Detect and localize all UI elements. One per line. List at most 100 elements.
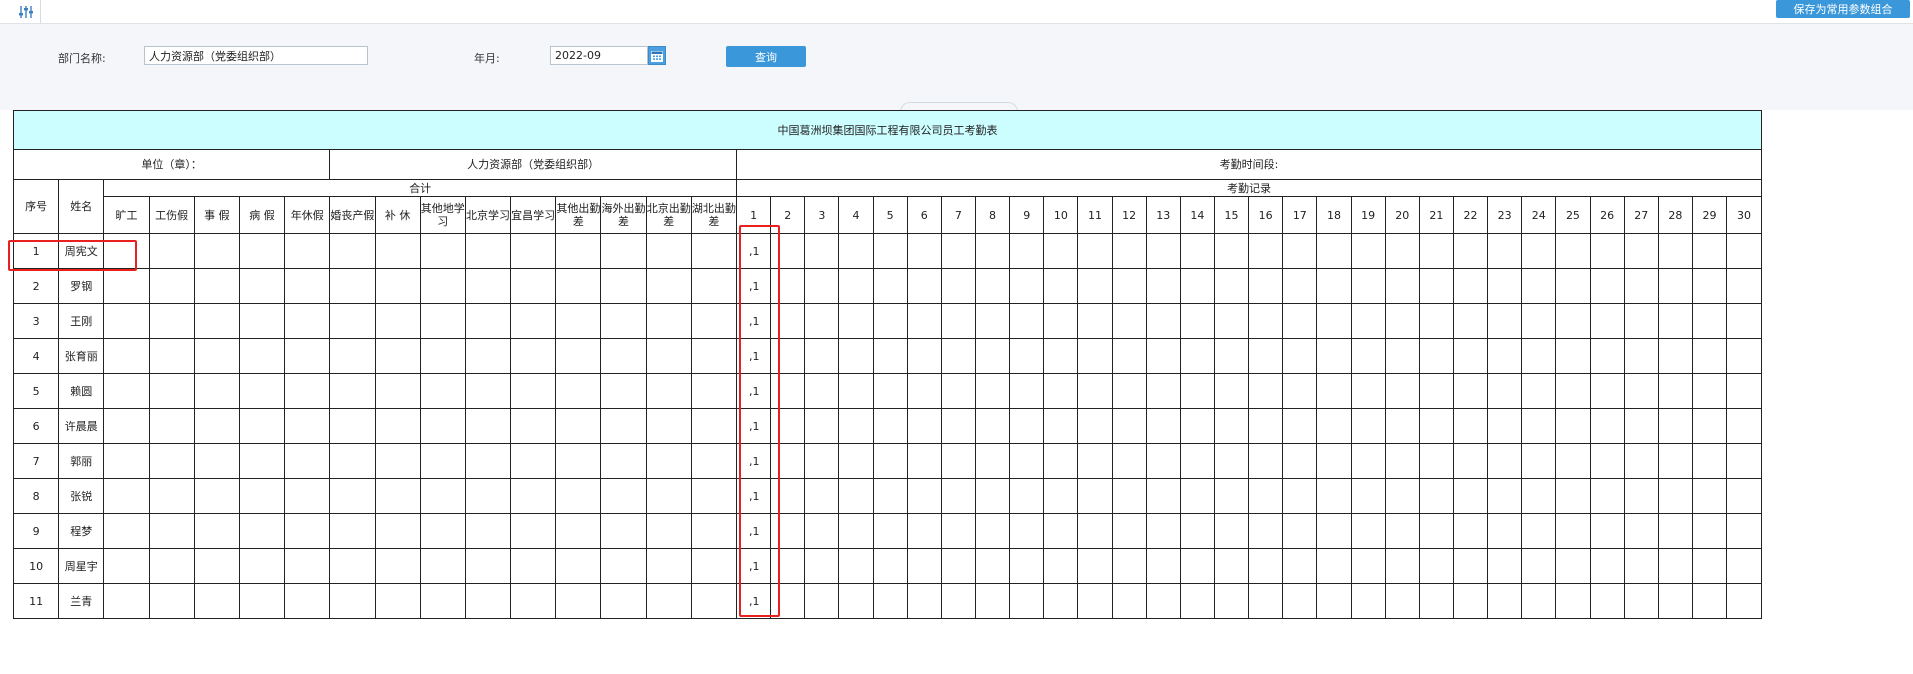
day-cell — [1009, 443, 1045, 479]
leave-column-header: 北京学习 — [464, 196, 512, 234]
day-cell — [1009, 233, 1045, 269]
day-cell — [1350, 408, 1386, 444]
leave-cell — [510, 268, 557, 304]
day-cell — [872, 233, 908, 269]
table-row: 11 兰青 ,1 — [12, 583, 1762, 619]
day-cell — [1691, 408, 1728, 444]
day-cell — [1077, 583, 1113, 619]
save-params-button[interactable]: 保存为常用参数组合 — [1776, 0, 1910, 18]
table-row: 9 程梦 ,1 — [12, 513, 1762, 549]
day-cell — [1145, 478, 1181, 514]
leave-cell — [555, 548, 602, 584]
sliders-icon[interactable] — [12, 0, 41, 23]
day-cell — [1179, 583, 1215, 619]
day-cell — [1384, 373, 1420, 409]
leave-cell — [419, 233, 466, 269]
day-cell — [1555, 338, 1591, 374]
leave-cell — [510, 548, 557, 584]
day-cell — [804, 373, 840, 409]
table-row: 8 张锐 ,1 — [12, 478, 1762, 514]
day-cell — [974, 443, 1011, 479]
day-cell — [1043, 338, 1079, 374]
leave-cell — [645, 233, 692, 269]
leave-cell — [103, 303, 150, 339]
day-cell — [1623, 548, 1659, 584]
leave-cell — [103, 338, 150, 374]
leave-cell — [329, 478, 376, 514]
calendar-icon[interactable] — [648, 46, 666, 65]
day-cell — [974, 233, 1011, 269]
seq-cell: 6 — [12, 408, 60, 444]
leave-cell — [555, 268, 602, 304]
table-row: 5 赖圆 ,1 — [12, 373, 1762, 409]
leave-cell — [238, 373, 286, 409]
table-row: 4 张育丽 ,1 — [12, 338, 1762, 374]
day-cell — [1282, 408, 1318, 444]
day-cell — [1179, 408, 1215, 444]
day-cell — [1077, 233, 1113, 269]
leave-cell — [600, 233, 647, 269]
day-cell — [1623, 513, 1659, 549]
day-cell — [1555, 233, 1591, 269]
day-cell — [872, 478, 908, 514]
day-cell — [1350, 478, 1386, 514]
name-cell: 郭丽 — [58, 443, 105, 479]
query-button[interactable]: 查询 — [726, 46, 806, 67]
day-cell — [1418, 408, 1454, 444]
leave-cell — [464, 338, 512, 374]
day-cell — [804, 303, 840, 339]
day-cell — [1145, 583, 1181, 619]
unit-label: 单位（章）： — [12, 149, 331, 180]
day-cell — [1623, 268, 1659, 304]
leave-cell — [510, 443, 557, 479]
leave-cell — [329, 408, 376, 444]
day-cell — [1452, 373, 1489, 409]
day-cell — [1213, 303, 1250, 339]
day-cell — [1213, 338, 1250, 374]
day-column-header: 3 — [804, 196, 840, 234]
day-cell — [1521, 373, 1557, 409]
day-cell — [1691, 338, 1728, 374]
leave-column-header: 宜昌学习 — [510, 196, 557, 234]
day-cell — [1623, 443, 1659, 479]
day-cell — [1487, 338, 1523, 374]
month-field[interactable] — [550, 46, 648, 65]
day-cell — [974, 548, 1011, 584]
leave-cell — [600, 443, 647, 479]
leave-cell — [510, 513, 557, 549]
day-cell — [1623, 233, 1659, 269]
dept-field[interactable] — [144, 46, 368, 65]
day-cell — [1589, 548, 1625, 584]
day-column-header: 15 — [1213, 196, 1250, 234]
leave-cell — [374, 338, 421, 374]
day-cell — [1657, 338, 1693, 374]
day-cell — [1623, 583, 1659, 619]
day-cell — [1521, 513, 1557, 549]
day-cell — [1452, 478, 1489, 514]
day-cell — [1726, 443, 1762, 479]
leave-cell — [193, 583, 240, 619]
day-cell — [1487, 548, 1523, 584]
leave-cell — [690, 233, 738, 269]
day-cell — [1691, 478, 1728, 514]
table-row: 7 郭丽 ,1 — [12, 443, 1762, 479]
day-cell — [1487, 373, 1523, 409]
day-cell — [1145, 233, 1181, 269]
day-column-header: 7 — [940, 196, 976, 234]
day-cell — [1282, 478, 1318, 514]
day-cell — [1384, 478, 1420, 514]
leave-cell — [645, 303, 692, 339]
day-column-header: 11 — [1077, 196, 1113, 234]
leave-cell — [374, 408, 421, 444]
leave-cell — [284, 303, 331, 339]
day-cell — [1521, 303, 1557, 339]
leave-cell — [148, 233, 195, 269]
name-cell: 兰青 — [58, 583, 105, 619]
day-column-header: 24 — [1521, 196, 1557, 234]
leave-cell — [464, 478, 512, 514]
leave-cell — [690, 513, 738, 549]
day-cell — [838, 513, 874, 549]
day-cell — [1043, 268, 1079, 304]
leave-cell — [238, 268, 286, 304]
seq-cell: 3 — [12, 303, 60, 339]
